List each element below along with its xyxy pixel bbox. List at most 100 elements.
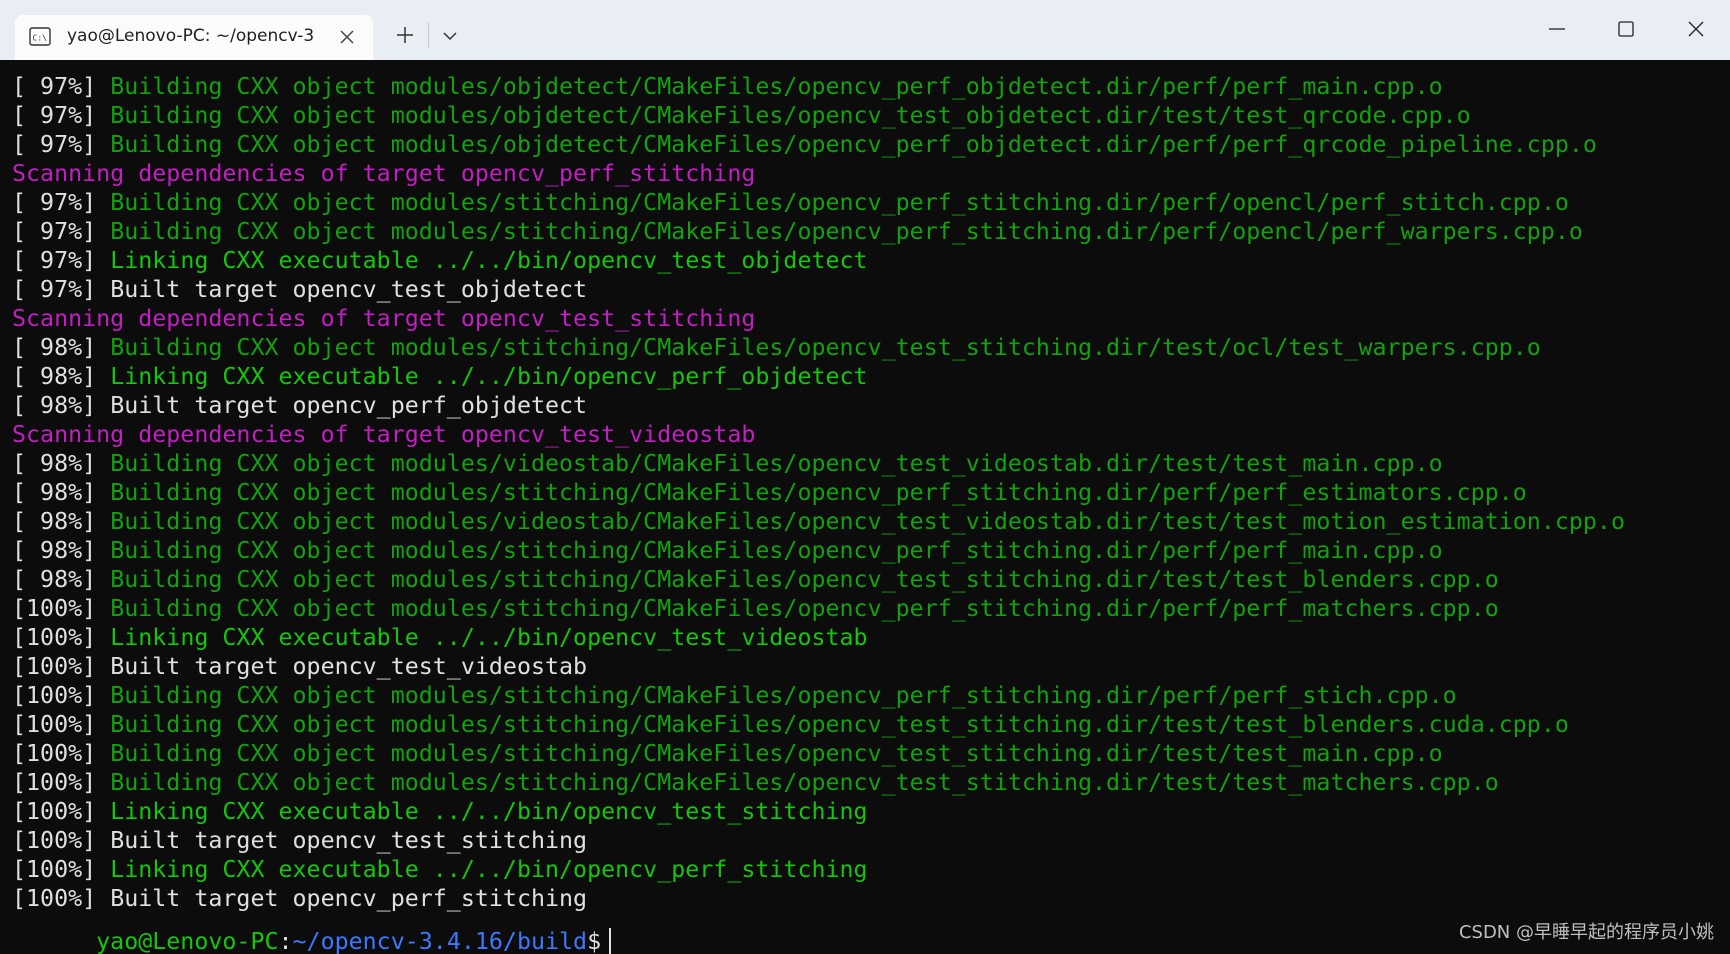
line-text: Scanning dependencies of target opencv_t…: [12, 305, 756, 332]
line-text: Building CXX object modules/videostab/CM…: [110, 508, 1625, 535]
progress-prefix: [ 97%]: [12, 102, 111, 129]
text-cursor: [609, 928, 612, 954]
line-text: Building CXX object modules/objdetect/CM…: [110, 102, 1471, 129]
line-text: Building CXX object modules/stitching/CM…: [110, 769, 1499, 796]
line-text: Linking CXX executable ../../bin/opencv_…: [110, 363, 868, 390]
terminal-line: Scanning dependencies of target opencv_t…: [12, 304, 1625, 333]
line-text: Building CXX object modules/stitching/CM…: [110, 595, 1499, 622]
line-text: Linking CXX executable ../../bin/opencv_…: [110, 798, 868, 825]
progress-prefix: [ 98%]: [12, 537, 111, 564]
line-text: Building CXX object modules/videostab/CM…: [110, 450, 1443, 477]
progress-prefix: [ 98%]: [12, 508, 111, 535]
progress-prefix: [ 98%]: [12, 363, 111, 390]
terminal-line: [100%] Built target opencv_test_videosta…: [12, 652, 1625, 681]
line-text: Built target opencv_test_stitching: [110, 827, 588, 854]
watermark: CSDN @早睡早起的程序员小姚: [1458, 922, 1714, 943]
terminal-output[interactable]: [ 97%] Building CXX object modules/objde…: [0, 60, 1730, 954]
terminal-line: [ 98%] Building CXX object modules/video…: [12, 507, 1625, 536]
terminal-window: C:\ yao@Lenovo-PC: ~/opencv-3 [ 97%] Bui…: [0, 0, 1730, 954]
plus-icon[interactable]: [390, 20, 420, 50]
progress-prefix: [100%]: [12, 682, 111, 709]
progress-prefix: [ 97%]: [12, 189, 111, 216]
line-text: Scanning dependencies of target opencv_t…: [12, 421, 756, 448]
progress-prefix: [ 97%]: [12, 131, 111, 158]
terminal-line: [100%] Building CXX object modules/stitc…: [12, 739, 1625, 768]
terminal-line: [100%] Built target opencv_test_stitchin…: [12, 826, 1625, 855]
terminal-line: [ 97%] Building CXX object modules/objde…: [12, 72, 1625, 101]
line-text: Building CXX object modules/stitching/CM…: [110, 740, 1443, 767]
line-text: Building CXX object modules/stitching/CM…: [110, 189, 1569, 216]
line-text: Linking CXX executable ../../bin/opencv_…: [110, 624, 868, 651]
terminal-line: Scanning dependencies of target opencv_p…: [12, 159, 1625, 188]
terminal-lines: [ 97%] Building CXX object modules/objde…: [12, 72, 1625, 913]
chevron-down-icon[interactable]: [436, 22, 464, 50]
progress-prefix: [ 98%]: [12, 392, 111, 419]
progress-prefix: [100%]: [12, 653, 111, 680]
command-prompt[interactable]: yao@Lenovo-PC:~/opencv-3.4.16/build$: [12, 898, 612, 954]
line-text: Building CXX object modules/stitching/CM…: [110, 711, 1569, 738]
terminal-line: [ 97%] Building CXX object modules/objde…: [12, 101, 1625, 130]
line-text: Built target opencv_perf_objdetect: [110, 392, 588, 419]
tab-title: yao@Lenovo-PC: ~/opencv-3: [67, 26, 315, 46]
progress-prefix: [100%]: [12, 595, 111, 622]
terminal-line: [ 97%] Building CXX object modules/stitc…: [12, 188, 1625, 217]
tab-terminal[interactable]: C:\ yao@Lenovo-PC: ~/opencv-3: [15, 15, 373, 60]
progress-prefix: [100%]: [12, 740, 111, 767]
line-text: Building CXX object modules/objdetect/CM…: [110, 73, 1443, 100]
terminal-line: [100%] Linking CXX executable ../../bin/…: [12, 855, 1625, 884]
terminal-line: [ 98%] Building CXX object modules/stitc…: [12, 536, 1625, 565]
maximize-icon[interactable]: [1611, 14, 1641, 44]
line-text: Built target opencv_test_objdetect: [110, 276, 588, 303]
progress-prefix: [100%]: [12, 769, 111, 796]
tab-separator: [428, 22, 429, 48]
progress-prefix: [ 98%]: [12, 334, 111, 361]
progress-prefix: [100%]: [12, 856, 111, 883]
progress-prefix: [ 98%]: [12, 450, 111, 477]
line-text: Building CXX object modules/stitching/CM…: [110, 334, 1541, 361]
terminal-line: [100%] Building CXX object modules/stitc…: [12, 710, 1625, 739]
terminal-line: [ 98%] Building CXX object modules/stitc…: [12, 565, 1625, 594]
progress-prefix: [ 97%]: [12, 218, 111, 245]
progress-prefix: [ 98%]: [12, 566, 111, 593]
line-text: Linking CXX executable ../../bin/opencv_…: [110, 856, 868, 883]
progress-prefix: [100%]: [12, 798, 111, 825]
progress-prefix: [ 97%]: [12, 73, 111, 100]
prompt-sign: $: [587, 928, 602, 954]
close-icon[interactable]: [337, 27, 357, 47]
svg-text:C:\: C:\: [33, 34, 48, 43]
terminal-line: [100%] Linking CXX executable ../../bin/…: [12, 623, 1625, 652]
terminal-line: [ 98%] Building CXX object modules/stitc…: [12, 333, 1625, 362]
terminal-line: [ 98%] Building CXX object modules/video…: [12, 449, 1625, 478]
progress-prefix: [100%]: [12, 827, 111, 854]
terminal-line: [ 97%] Building CXX object modules/objde…: [12, 130, 1625, 159]
terminal-line: [ 97%] Built target opencv_test_objdetec…: [12, 275, 1625, 304]
minimize-icon[interactable]: [1542, 14, 1572, 44]
terminal-line: [100%] Building CXX object modules/stitc…: [12, 594, 1625, 623]
progress-prefix: [100%]: [12, 624, 111, 651]
line-text: Building CXX object modules/stitching/CM…: [110, 566, 1499, 593]
line-text: Building CXX object modules/stitching/CM…: [110, 682, 1457, 709]
terminal-line: [ 97%] Building CXX object modules/stitc…: [12, 217, 1625, 246]
line-text: Building CXX object modules/objdetect/CM…: [110, 131, 1597, 158]
close-icon[interactable]: [1681, 14, 1711, 44]
terminal-line: [ 97%] Linking CXX executable ../../bin/…: [12, 246, 1625, 275]
prompt-user-host: yao@Lenovo-PC: [96, 928, 279, 954]
terminal-line: [ 98%] Building CXX object modules/stitc…: [12, 478, 1625, 507]
title-bar[interactable]: C:\ yao@Lenovo-PC: ~/opencv-3: [0, 0, 1730, 60]
terminal-line: [ 98%] Linking CXX executable ../../bin/…: [12, 362, 1625, 391]
line-text: Building CXX object modules/stitching/CM…: [110, 479, 1527, 506]
terminal-line: Scanning dependencies of target opencv_t…: [12, 420, 1625, 449]
line-text: Building CXX object modules/stitching/CM…: [110, 218, 1583, 245]
terminal-line: [100%] Building CXX object modules/stitc…: [12, 768, 1625, 797]
line-text: Building CXX object modules/stitching/CM…: [110, 537, 1443, 564]
terminal-icon: C:\: [29, 27, 51, 46]
terminal-line: [ 98%] Built target opencv_perf_objdetec…: [12, 391, 1625, 420]
prompt-path: ~/opencv-3.4.16/build: [292, 928, 588, 954]
terminal-line: [100%] Building CXX object modules/stitc…: [12, 681, 1625, 710]
progress-prefix: [ 97%]: [12, 247, 111, 274]
line-text: Built target opencv_test_videostab: [110, 653, 588, 680]
progress-prefix: [ 98%]: [12, 479, 111, 506]
line-text: Scanning dependencies of target opencv_p…: [12, 160, 756, 187]
progress-prefix: [100%]: [12, 711, 111, 738]
line-text: Linking CXX executable ../../bin/opencv_…: [110, 247, 868, 274]
